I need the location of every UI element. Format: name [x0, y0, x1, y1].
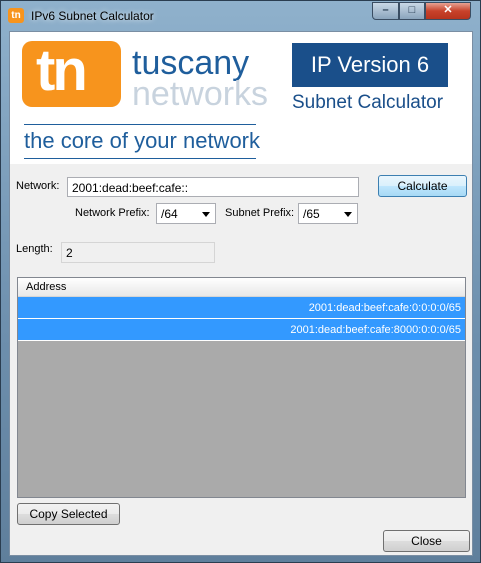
network-label: Network: — [16, 180, 60, 192]
brand-logo-text: tn — [36, 38, 88, 103]
minimize-icon: – — [382, 4, 389, 16]
results-list[interactable]: Address 2001:dead:beef:cafe:0:0:0:0/65 2… — [17, 277, 466, 498]
column-header-address[interactable]: Address — [18, 278, 465, 297]
brand-name-line2: networks — [132, 75, 269, 113]
length-label: Length: — [16, 243, 53, 255]
copy-selected-button[interactable]: Copy Selected — [17, 503, 120, 525]
version-banner: IP Version 6 — [292, 43, 448, 87]
dropdown-arrow-icon — [344, 212, 352, 217]
column-header-label: Address — [26, 281, 67, 293]
dropdown-arrow-icon — [202, 212, 210, 217]
maximize-icon: □ — [408, 4, 416, 16]
network-prefix-value: /64 — [161, 207, 178, 221]
subnet-prefix-select[interactable]: /65 — [298, 203, 358, 224]
length-field: 2 — [61, 242, 215, 263]
address-cell: 2001:dead:beef:cafe:0:0:0:0/65 — [308, 302, 461, 314]
tagline: the core of your network — [24, 128, 261, 153]
network-prefix-label: Network Prefix: — [75, 207, 150, 219]
calculate-button[interactable]: Calculate — [378, 175, 467, 197]
title-bar[interactable]: tn IPv6 Subnet Calculator – □ ✕ — [1, 1, 480, 31]
app-logo-icon: tn — [8, 8, 24, 23]
subnet-prefix-value: /65 — [303, 207, 320, 221]
address-cell: 2001:dead:beef:cafe:8000:0:0:0/65 — [290, 324, 461, 336]
header-banner: tn tuscany networks the core of your net… — [10, 32, 472, 164]
brand-logo: tn — [22, 41, 121, 107]
tagline-rule-bottom — [24, 158, 256, 159]
network-prefix-select[interactable]: /64 — [156, 203, 216, 224]
list-item[interactable]: 2001:dead:beef:cafe:0:0:0:0/65 — [18, 297, 465, 319]
client-area: tn tuscany networks the core of your net… — [9, 31, 473, 556]
window-close-button[interactable]: ✕ — [425, 2, 471, 20]
network-input[interactable]: 2001:dead:beef:cafe:: — [67, 177, 359, 197]
list-item[interactable]: 2001:dead:beef:cafe:8000:0:0:0/65 — [18, 319, 465, 341]
app-window: tn IPv6 Subnet Calculator – □ ✕ tn tusca… — [0, 0, 481, 563]
subnet-prefix-label: Subnet Prefix: — [225, 207, 295, 219]
maximize-button[interactable]: □ — [399, 2, 425, 20]
close-icon: ✕ — [443, 4, 453, 16]
window-title: IPv6 Subnet Calculator — [31, 9, 154, 23]
minimize-button[interactable]: – — [372, 2, 399, 20]
tagline-rule-top — [24, 124, 256, 125]
close-button[interactable]: Close — [383, 530, 470, 552]
calculator-caption: Subnet Calculator — [292, 92, 444, 113]
